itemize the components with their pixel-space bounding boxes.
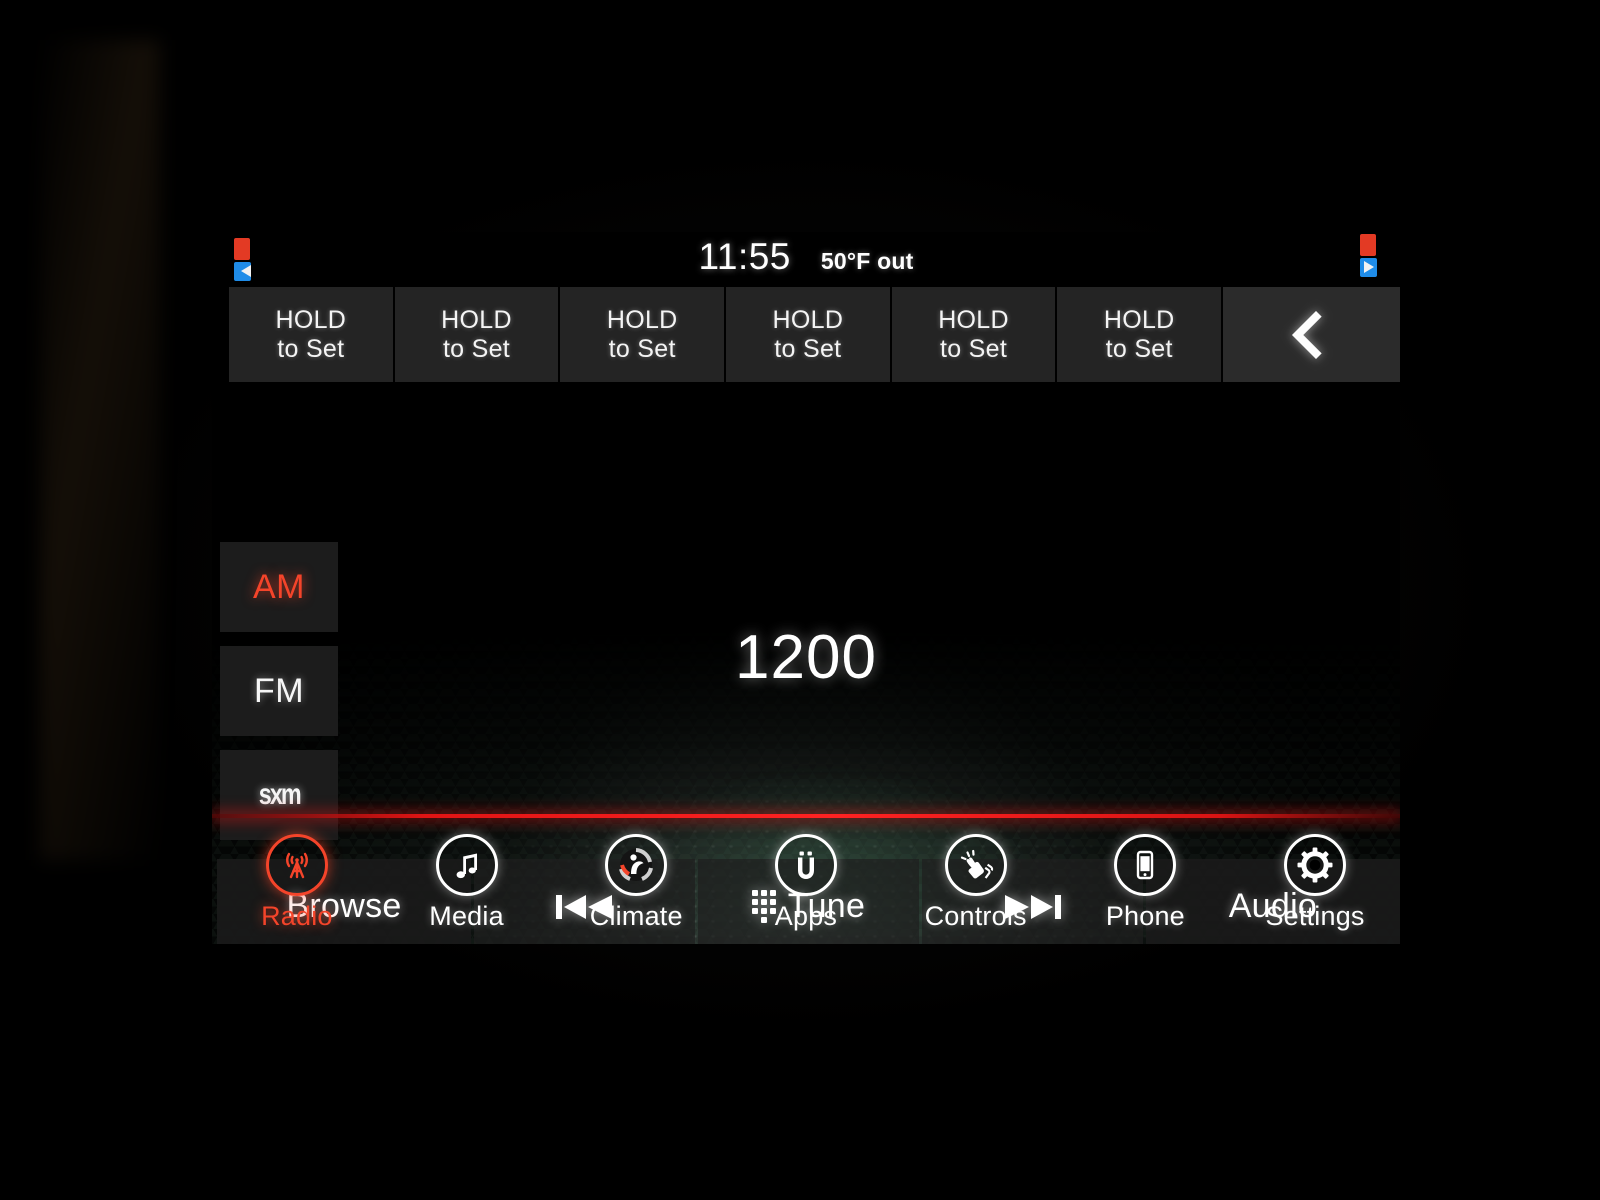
infotainment-screen: 11:55 50°F out HOLD to Set HOLD to Set H… bbox=[212, 232, 1400, 944]
nav-label-climate: Climate bbox=[589, 901, 683, 931]
status-bar: 11:55 50°F out bbox=[212, 232, 1400, 287]
nav-label-settings: Settings bbox=[1265, 901, 1365, 931]
radio-tower-icon bbox=[265, 834, 328, 896]
preset-button-3[interactable]: HOLD to Set bbox=[560, 287, 725, 382]
status-center-group: 11:55 50°F out bbox=[212, 236, 1400, 278]
indicator-blue-block bbox=[1360, 258, 1382, 279]
nav-item-climate[interactable]: Climate bbox=[561, 834, 711, 932]
music-note-icon bbox=[435, 834, 498, 896]
media-indicator-right-icon bbox=[1360, 234, 1382, 279]
preset-line1: HOLD bbox=[1103, 305, 1175, 334]
clock: 11:55 bbox=[698, 236, 791, 277]
nav-item-radio[interactable]: Radio bbox=[222, 834, 372, 932]
preset-line1: HOLD bbox=[938, 305, 1009, 334]
triangle-right-icon bbox=[1364, 261, 1374, 273]
nav-item-apps[interactable]: Apps bbox=[731, 834, 881, 932]
smartphone-icon bbox=[1114, 834, 1177, 896]
preset-button-6[interactable]: HOLD to Set bbox=[1057, 287, 1222, 382]
preset-line1: HOLD bbox=[275, 305, 347, 334]
outside-temperature: 50°F out bbox=[820, 248, 914, 274]
hand-controls-icon bbox=[944, 834, 1007, 896]
nav-item-settings[interactable]: Settings bbox=[1240, 834, 1390, 932]
uconnect-apps-icon bbox=[774, 834, 837, 896]
nav-label-phone: Phone bbox=[1105, 901, 1185, 931]
nav-label-radio: Radio bbox=[261, 901, 333, 931]
preset-button-1[interactable]: HOLD to Set bbox=[229, 287, 393, 382]
ambient-left-glow bbox=[40, 40, 160, 860]
screenshot-stage: 11:55 50°F out HOLD to Set HOLD to Set H… bbox=[0, 0, 1600, 1200]
gear-icon bbox=[1284, 834, 1347, 896]
band-label-am: AM bbox=[253, 567, 305, 606]
nav-item-controls[interactable]: Controls bbox=[901, 834, 1051, 932]
preset-line2: to Set bbox=[277, 334, 345, 363]
chevron-left-icon bbox=[1291, 310, 1341, 359]
main-navigation-bar: Radio Media Climate Apps Controls Phone … bbox=[212, 822, 1400, 944]
frequency-display: 1200 bbox=[735, 623, 877, 692]
nav-divider bbox=[212, 814, 1400, 818]
preset-line2: to Set bbox=[939, 334, 1008, 363]
preset-button-2[interactable]: HOLD to Set bbox=[394, 287, 559, 382]
preset-line1: HOLD bbox=[772, 305, 844, 334]
preset-button-5[interactable]: HOLD to Set bbox=[891, 287, 1056, 382]
preset-buttons-row: HOLD to Set HOLD to Set HOLD to Set HOLD… bbox=[229, 287, 1400, 382]
preset-line2: to Set bbox=[1105, 334, 1173, 363]
climate-seat-icon bbox=[605, 834, 668, 896]
band-button-am[interactable]: AM bbox=[220, 542, 338, 632]
nav-label-media: Media bbox=[429, 901, 504, 931]
preset-line1: HOLD bbox=[606, 305, 678, 334]
preset-line1: HOLD bbox=[441, 305, 512, 334]
band-selector: AM FM sxm bbox=[220, 542, 338, 854]
nav-label-apps: Apps bbox=[774, 901, 838, 931]
preset-line2: to Set bbox=[774, 334, 842, 363]
nav-label-controls: Controls bbox=[924, 901, 1027, 931]
band-label-sxm: sxm bbox=[258, 778, 301, 811]
preset-line2: to Set bbox=[608, 334, 676, 363]
preset-line2: to Set bbox=[442, 334, 511, 363]
nav-item-media[interactable]: Media bbox=[392, 834, 542, 932]
preset-button-4[interactable]: HOLD to Set bbox=[726, 287, 890, 382]
indicator-red-block bbox=[1360, 234, 1376, 256]
nav-item-phone[interactable]: Phone bbox=[1070, 834, 1220, 932]
back-button[interactable] bbox=[1223, 287, 1400, 382]
